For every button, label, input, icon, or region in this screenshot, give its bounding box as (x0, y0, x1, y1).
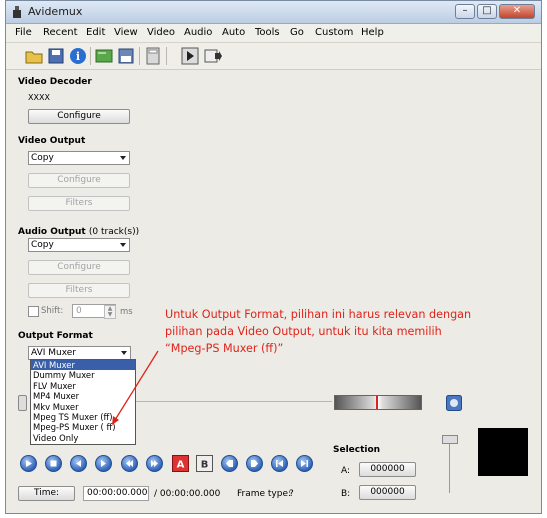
annotation-line-2: pilihan pada Video Output, untuk itu kit… (165, 325, 442, 338)
annotation-line-1: Untuk Output Format, pilihan ini harus r… (165, 308, 472, 321)
app-window: Avidemux – □ ✕ File Recent Edit View Vid… (5, 0, 542, 514)
annotation-text: Untuk Output Format, pilihan ini harus r… (165, 306, 515, 357)
annotation-line-3: “Mpeg-PS Muxer (ff)” (165, 342, 284, 355)
annotation-arrow (112, 350, 159, 425)
